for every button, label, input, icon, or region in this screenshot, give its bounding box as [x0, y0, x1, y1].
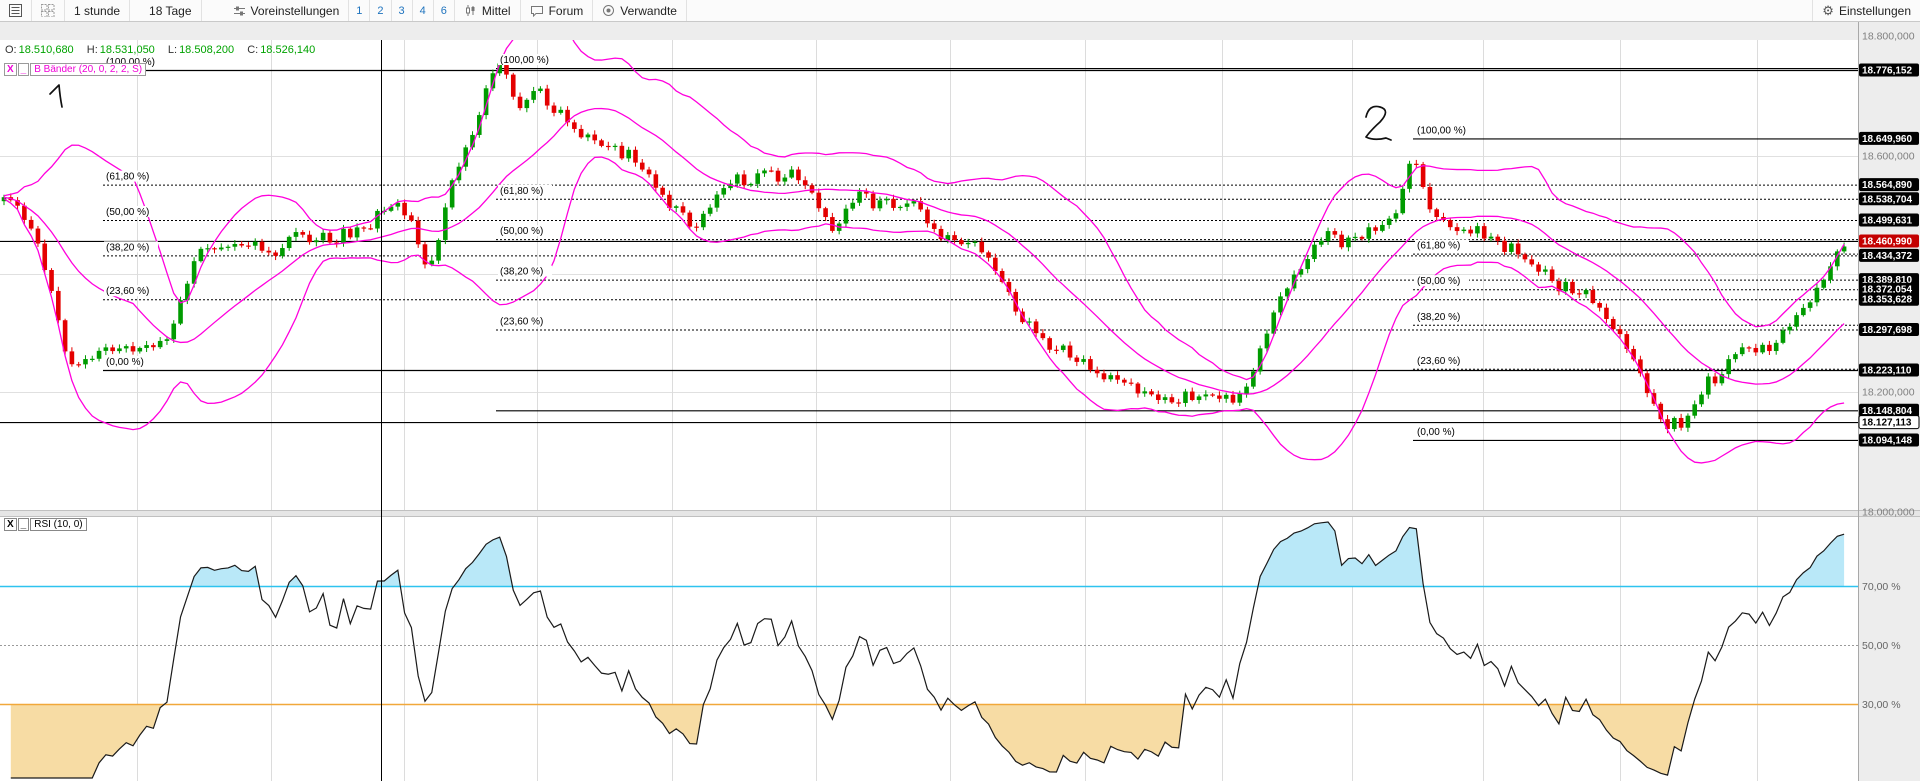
- fib-label: (100,00 %): [500, 55, 549, 66]
- price-badge-text: 18.776,152: [1862, 65, 1912, 76]
- fib-label: (0,00 %): [106, 357, 144, 368]
- fib-label: (61,80 %): [106, 172, 149, 183]
- interval-button[interactable]: 1 stunde: [65, 0, 131, 21]
- layout-grid-icon: [41, 4, 55, 17]
- bollinger-name[interactable]: B Bänder (20, 0, 2, 2, S): [30, 63, 147, 76]
- fib-label: (61,80 %): [500, 186, 543, 197]
- chart-list-button[interactable]: [0, 0, 32, 21]
- einstellungen-label: Einstellungen: [1838, 3, 1911, 18]
- preset-1-button[interactable]: 1: [349, 0, 371, 21]
- preset-3-button[interactable]: 3: [392, 0, 413, 21]
- fib-label: (23,60 %): [500, 317, 543, 328]
- low-label: L:: [167, 44, 178, 56]
- einstellungen-button[interactable]: ⚙ Einstellungen: [1812, 0, 1920, 21]
- verwandte-eye-icon: [603, 5, 615, 16]
- price-badge-text: 18.460,990: [1862, 236, 1912, 247]
- layout-grid-button[interactable]: [32, 0, 65, 21]
- fib-label: (38,20 %): [106, 242, 149, 253]
- rsi-name[interactable]: RSI (10, 0): [30, 518, 87, 531]
- price-axis-label: 18.800,000: [1862, 31, 1915, 43]
- price-badge-text: 18.094,148: [1862, 435, 1912, 446]
- rsi-axis-label: 70,00 %: [1862, 581, 1901, 593]
- close-label: C:: [247, 44, 259, 56]
- chart-list-icon: [9, 4, 22, 17]
- price-badge-text: 18.353,628: [1862, 295, 1912, 306]
- high-value: 18.531,050: [99, 44, 155, 56]
- interval-label: 1 stunde: [74, 3, 121, 18]
- close-value: 18.526,140: [260, 44, 316, 56]
- rsi-indicator-label: X _ RSI (10, 0): [4, 518, 87, 531]
- price-axis-label: 18.600,000: [1862, 151, 1915, 163]
- panel-separator[interactable]: [0, 510, 1920, 517]
- low-value: 18.508,200: [179, 44, 235, 56]
- gear-icon: ⚙: [1822, 3, 1834, 18]
- presets-label: Voreinstellungen: [250, 3, 340, 18]
- mittel-label: Mittel: [481, 3, 511, 18]
- mittel-button[interactable]: Mittel: [455, 0, 521, 21]
- fib-label: (0,00 %): [1417, 427, 1455, 438]
- fib-label: (50,00 %): [106, 207, 149, 218]
- range-label: 18 Tage: [149, 3, 192, 18]
- fib-label: (50,00 %): [500, 226, 543, 237]
- bollinger-close-button[interactable]: X: [4, 63, 17, 76]
- price-badge-text: 18.223,110: [1862, 366, 1912, 377]
- price-badge-text: 18.297,698: [1862, 325, 1912, 336]
- indicator-candles-icon: [465, 5, 475, 16]
- fib-label: (38,20 %): [1417, 312, 1460, 323]
- presets-sliders-icon: [233, 6, 245, 15]
- price-badge-text: 18.649,960: [1862, 134, 1912, 145]
- price-badge-text: 18.434,372: [1862, 251, 1912, 262]
- verwandte-button[interactable]: Verwandte: [593, 0, 687, 21]
- preset-2-button[interactable]: 2: [370, 0, 392, 21]
- bollinger-minimize-button[interactable]: _: [17, 63, 30, 76]
- price-axis-label: 18.200,000: [1862, 387, 1915, 399]
- fib-label: (61,80 %): [1417, 241, 1460, 252]
- forum-label: Forum: [548, 3, 584, 18]
- price-badge-text: 18.538,704: [1862, 194, 1912, 205]
- fib-label: (38,20 %): [500, 267, 543, 278]
- price-badge-text: 18.499,631: [1862, 215, 1912, 226]
- fib-label: (23,60 %): [106, 286, 149, 297]
- forum-button[interactable]: Forum: [521, 0, 594, 21]
- fib-label: (50,00 %): [1417, 276, 1460, 287]
- trading-platform-window: 1 stunde 18 Tage Voreinstellungen 1 2 3 …: [0, 0, 1920, 781]
- ohlc-readout: O: 18.510,680 H: 18.531,050 L: 18.508,200 C…: [5, 44, 325, 56]
- fib-label: (23,60 %): [1417, 356, 1460, 367]
- price-badge-text: 18.127,113: [1862, 418, 1912, 429]
- rsi-axis-label: 30,00 %: [1862, 699, 1901, 711]
- rsi-axis-label: 50,00 %: [1862, 640, 1901, 652]
- fib-label: (100,00 %): [1417, 125, 1466, 136]
- bollinger-indicator-label: X _ B Bänder (20, 0, 2, 2, S): [4, 63, 147, 76]
- price-badge-text: 18.564,890: [1862, 180, 1912, 191]
- rsi-close-button[interactable]: X: [4, 518, 17, 531]
- forum-speech-bubble-icon: [530, 5, 543, 17]
- rsi-panel[interactable]: [0, 517, 1858, 781]
- open-label: O:: [5, 44, 17, 56]
- range-button[interactable]: 18 Tage: [140, 0, 202, 21]
- preset-6-button[interactable]: 6: [434, 0, 455, 21]
- chart-canvas[interactable]: (100,00 %) (61,80 %) (50,00 %) (38,20 %) (23…: [0, 22, 1920, 781]
- open-value: 18.510,680: [18, 44, 74, 56]
- high-label: H:: [86, 44, 98, 56]
- rsi-minimize-button[interactable]: _: [17, 518, 30, 531]
- chart-toolbar: 1 stunde 18 Tage Voreinstellungen 1 2 3 …: [0, 0, 1920, 22]
- price-axis-label: 18.000,000: [1862, 507, 1915, 519]
- verwandte-label: Verwandte: [620, 3, 677, 18]
- preset-4-button[interactable]: 4: [413, 0, 434, 21]
- presets-button[interactable]: Voreinstellungen: [224, 0, 350, 21]
